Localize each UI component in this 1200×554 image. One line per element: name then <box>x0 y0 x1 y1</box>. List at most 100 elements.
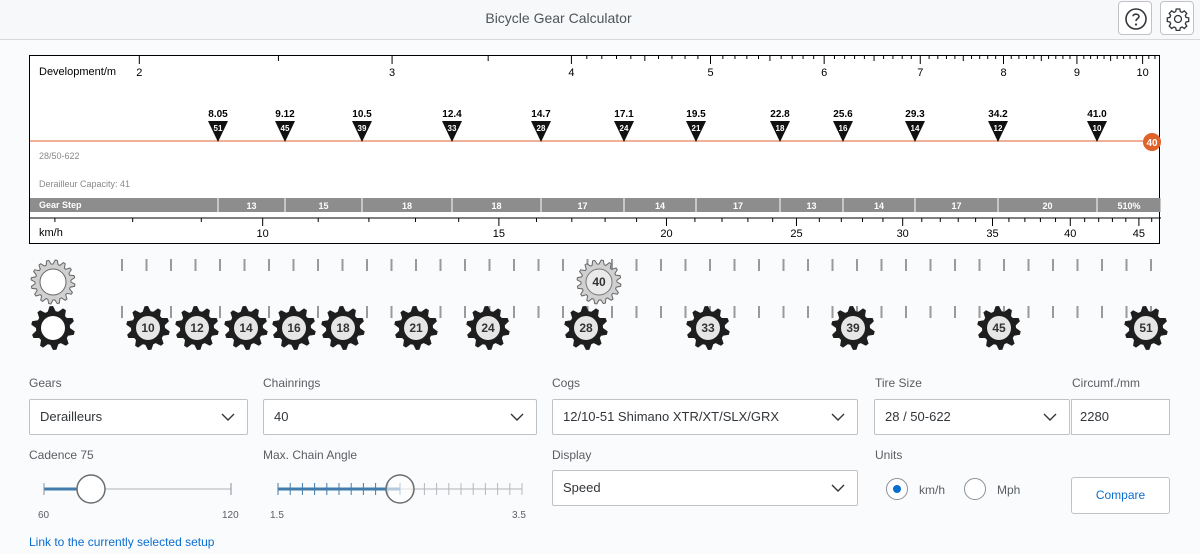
front-chainring-icon <box>30 259 76 305</box>
gear-ratio-label: 34.2 <box>988 109 1008 120</box>
chevron-down-icon <box>831 484 845 492</box>
gear-chart-canvas: 2 3 4 5 6 7 8 9 10408.05519.124510.53912.43314.7… <box>30 56 1161 240</box>
speed-tick-label: 30 <box>897 228 909 240</box>
speed-tick-label: 45 <box>1133 228 1145 240</box>
gear-ratio-label: 8.05 <box>208 109 228 120</box>
compare-button[interactable]: Compare <box>1071 477 1170 514</box>
development-tick-label: 3 <box>389 67 395 79</box>
rear-cog-label: 39 <box>846 321 860 335</box>
derailleur-capacity: Derailleur Capacity: 41 <box>39 179 131 189</box>
setup-name: 28/50-622 <box>39 151 80 161</box>
gear-step-value: 18 <box>491 201 501 211</box>
rear-cog-icon[interactable]: 45 <box>977 306 1021 350</box>
gear-ratio-label: 17.1 <box>614 109 634 120</box>
speed-tick-label: 10 <box>257 228 269 240</box>
unit-kmh-radio[interactable] <box>886 478 908 500</box>
chainring-badge-label: 40 <box>1146 138 1158 149</box>
unit-kmh-label: km/h <box>919 483 946 497</box>
speed-axis-label: km/h <box>39 227 63 239</box>
selected-chainring-label: 40 <box>592 275 606 289</box>
rear-cog-icon[interactable]: 33 <box>686 306 730 350</box>
gear-step-band <box>30 198 1161 212</box>
rear-cog-icon[interactable]: 12 <box>175 306 219 350</box>
cadence-label: Cadence 75 <box>29 448 94 462</box>
gear-marker-cog: 45 <box>281 124 290 133</box>
unit-mph-radio[interactable] <box>964 478 986 500</box>
gear-step-value: 13 <box>246 201 256 211</box>
gear-marker-cog: 14 <box>911 124 920 133</box>
tire-size-select[interactable]: 28 / 50-622 <box>874 399 1070 435</box>
rear-cog-label: 21 <box>409 321 423 335</box>
gear-marker-cog: 51 <box>214 124 223 133</box>
gear-marker-cog: 28 <box>537 124 546 133</box>
chevron-down-icon <box>221 413 235 421</box>
gears-select[interactable]: Derailleurs <box>29 399 248 435</box>
rear-cog-icon[interactable]: 16 <box>272 306 316 350</box>
chevron-down-icon <box>831 413 845 421</box>
gear-icon <box>1166 8 1190 31</box>
cogs-select[interactable]: 12/10-51 Shimano XTR/XT/SLX/GRX <box>552 399 858 435</box>
app-header: Bicycle Gear Calculator <box>0 0 1200 40</box>
gear-step-value: 17 <box>733 201 743 211</box>
chainrings-select[interactable]: 40 <box>263 399 537 435</box>
rear-cog-icon[interactable]: 21 <box>394 306 438 350</box>
gear-step-value: 13 <box>806 201 816 211</box>
cadence-slider[interactable] <box>29 470 249 510</box>
gear-ratio-label: 19.5 <box>686 109 706 120</box>
speed-tick-label: 35 <box>986 228 998 240</box>
circumference-input[interactable]: 2280 <box>1071 399 1170 435</box>
gear-ratio-label: 29.3 <box>905 109 925 120</box>
chain-angle-slider[interactable] <box>263 470 538 510</box>
rear-cog-label: 14 <box>239 321 253 335</box>
gears-label: Gears <box>29 376 62 390</box>
rear-cog-icon[interactable]: 39 <box>831 306 875 350</box>
cadence-min: 60 <box>38 510 50 521</box>
gear-ratio-label: 25.6 <box>833 109 853 120</box>
development-tick-label: 4 <box>568 67 574 79</box>
development-tick-label: 6 <box>821 67 827 79</box>
unit-mph-label: Mph <box>997 483 1021 497</box>
rear-cog-label: 12 <box>190 321 204 335</box>
gears-select-value: Derailleurs <box>40 409 103 424</box>
chain-angle-slider-handle[interactable] <box>385 474 415 504</box>
setup-link[interactable]: Link to the currently selected setup <box>29 535 214 549</box>
cadence-max: 120 <box>222 510 239 521</box>
gear-marker-cog: 24 <box>620 124 629 133</box>
gear-step-value: 510% <box>1117 201 1140 211</box>
development-tick-label: 7 <box>917 67 923 79</box>
rear-cog-label: 24 <box>481 321 495 335</box>
gear-step-value: 17 <box>577 201 587 211</box>
settings-button[interactable] <box>1160 1 1194 35</box>
rear-cog-icon[interactable]: 24 <box>466 306 510 350</box>
display-label: Display <box>552 448 592 462</box>
development-tick-label: 9 <box>1074 67 1080 79</box>
gear-marker-cog: 33 <box>448 124 457 133</box>
gear-step-label: Gear Step <box>39 200 82 210</box>
gear-marker-cog: 10 <box>1093 124 1102 133</box>
display-select-value: Speed <box>563 480 601 495</box>
display-select[interactable]: Speed <box>552 470 858 506</box>
gear-ratio-label: 9.12 <box>275 109 295 120</box>
rear-cog-icon[interactable]: 14 <box>224 306 268 350</box>
help-button[interactable] <box>1118 1 1152 35</box>
chain-angle-slider-track <box>277 474 523 504</box>
rear-cog-label: 16 <box>287 321 301 335</box>
rear-cog-icon[interactable]: 18 <box>321 306 365 350</box>
chainrings-select-value: 40 <box>274 409 289 424</box>
rear-cog-icon[interactable]: 28 <box>564 306 608 350</box>
rear-cog-label: 51 <box>1139 321 1153 335</box>
speed-tick-label: 25 <box>790 228 802 240</box>
rear-cog-icon[interactable]: 10 <box>126 306 170 350</box>
cogs-label: Cogs <box>552 376 581 390</box>
chain-angle-min: 1.5 <box>270 510 284 521</box>
gear-step-value: 14 <box>655 201 665 211</box>
rear-cog-icon[interactable]: 51 <box>1124 306 1168 350</box>
chain-angle-max: 3.5 <box>512 510 526 521</box>
drivetrain-canvas: 40 10 12 14 16 18 21 24 28 33 39 45 51 <box>30 259 1168 350</box>
chevron-down-icon <box>1043 413 1057 421</box>
cadence-slider-handle[interactable] <box>76 474 106 504</box>
chainrings-label: Chainrings <box>263 376 321 390</box>
selected-chainring-icon[interactable]: 40 <box>576 259 622 305</box>
development-tick-label: 8 <box>1000 67 1006 79</box>
drivetrain-visual: 40 10 12 14 16 18 21 24 28 33 39 45 51 <box>0 250 1200 360</box>
